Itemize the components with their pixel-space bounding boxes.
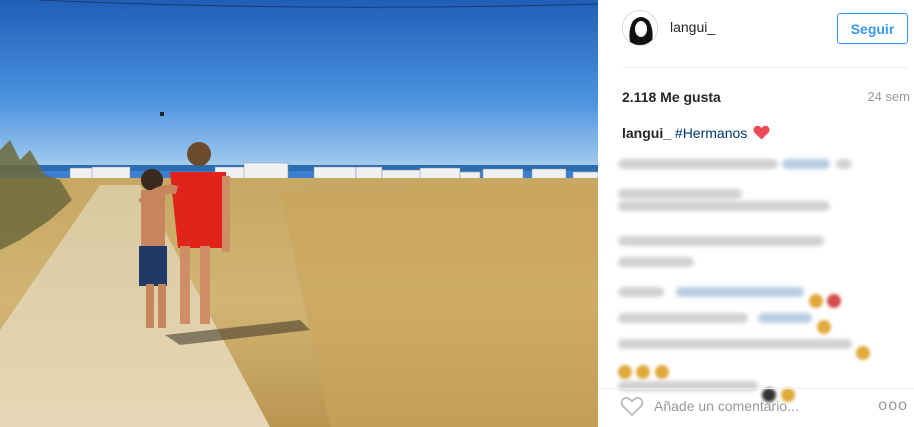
blurred-emoji-icon: [816, 320, 831, 334]
caption-username[interactable]: langui_: [622, 125, 671, 141]
post-caption: langui_ #Hermanos: [622, 125, 770, 143]
comment-item: [618, 330, 894, 379]
blurred-emoji-icon: [856, 346, 871, 360]
blurred-emoji-icon: [618, 365, 632, 379]
more-options-button[interactable]: ooo: [878, 397, 908, 415]
post-stats: 2.118 Me gusta 24 sem: [622, 88, 910, 106]
comment-item: [618, 236, 894, 278]
post-age[interactable]: 24 sem: [867, 89, 910, 104]
post-header: langui_ Seguir: [622, 0, 908, 68]
comment-item: [618, 150, 894, 199]
avatar[interactable]: [622, 10, 658, 46]
blurred-emoji-icon: [654, 365, 669, 379]
comment-item: [618, 278, 894, 308]
likes-count[interactable]: 2.118 Me gusta: [622, 89, 721, 105]
comments-list: [618, 150, 894, 402]
comment-item: [618, 304, 894, 334]
post-author-username[interactable]: langui_: [670, 19, 715, 35]
comment-item: [618, 201, 894, 227]
blurred-emoji-icon: [808, 294, 823, 308]
comment-bar: ooo: [598, 388, 914, 427]
red-heart-emoji-icon: [753, 125, 770, 143]
photo-scene: [0, 0, 598, 427]
heart-outline-icon[interactable]: [620, 395, 644, 417]
caption-hashtag[interactable]: #Hermanos: [675, 125, 747, 141]
post-side-panel: langui_ Seguir 2.118 Me gusta 24 sem lan…: [598, 0, 914, 427]
avatar-silhouette-icon: [623, 11, 657, 45]
add-comment-input[interactable]: [654, 398, 854, 414]
follow-button[interactable]: Seguir: [837, 13, 908, 44]
post-photo[interactable]: [0, 0, 598, 427]
